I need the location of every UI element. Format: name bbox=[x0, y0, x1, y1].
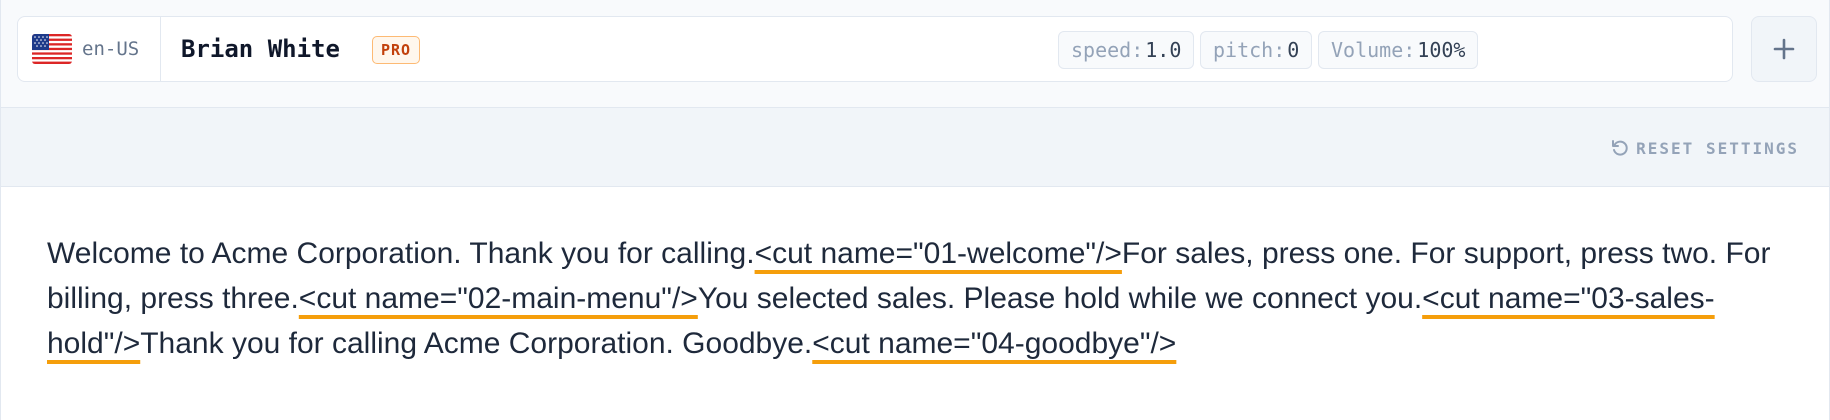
script-segment: Thank you for calling Acme Corporation. … bbox=[140, 327, 813, 360]
tts-editor-panel: en-US Brian White PRO speed: 1.0 pitch: … bbox=[0, 0, 1830, 420]
voice-name[interactable]: Brian White bbox=[181, 17, 340, 81]
speed-key: speed: bbox=[1071, 38, 1144, 62]
reset-settings-label: RESET SETTINGS bbox=[1636, 138, 1799, 158]
script-text[interactable]: Welcome to Acme Corporation. Thank you f… bbox=[47, 231, 1807, 366]
script-segment: Welcome to Acme Corporation. Thank you f… bbox=[47, 237, 755, 270]
reset-icon bbox=[1612, 140, 1628, 156]
reset-settings-button[interactable]: RESET SETTINGS bbox=[1610, 136, 1799, 160]
locale-label: en-US bbox=[82, 38, 140, 60]
volume-key: Volume: bbox=[1331, 38, 1416, 62]
pitch-key: pitch: bbox=[1213, 38, 1286, 62]
script-segment: You selected sales. Please hold while we… bbox=[697, 282, 1423, 315]
pitch-param[interactable]: pitch: 0 bbox=[1200, 31, 1313, 69]
locale-selector[interactable]: en-US bbox=[18, 17, 161, 81]
add-voice-button[interactable] bbox=[1751, 16, 1817, 82]
plus-icon bbox=[1773, 38, 1795, 60]
pro-badge: PRO bbox=[372, 36, 421, 64]
voice-bar: en-US Brian White PRO speed: 1.0 pitch: … bbox=[17, 16, 1733, 82]
volume-value: 100% bbox=[1417, 38, 1466, 62]
script-editor[interactable]: Welcome to Acme Corporation. Thank you f… bbox=[1, 187, 1829, 420]
cut-tag[interactable]: <cut name="01-welcome"/> bbox=[755, 237, 1122, 270]
us-flag-icon bbox=[32, 34, 72, 64]
speed-value: 1.0 bbox=[1145, 38, 1182, 62]
cut-tag[interactable]: <cut name="04-goodbye"/> bbox=[812, 327, 1176, 360]
speed-param[interactable]: speed: 1.0 bbox=[1058, 31, 1195, 69]
settings-strip: RESET SETTINGS bbox=[1, 107, 1829, 187]
volume-param[interactable]: Volume: 100% bbox=[1318, 31, 1479, 69]
pitch-value: 0 bbox=[1287, 38, 1300, 62]
cut-tag[interactable]: <cut name="02-main-menu"/> bbox=[299, 282, 698, 315]
